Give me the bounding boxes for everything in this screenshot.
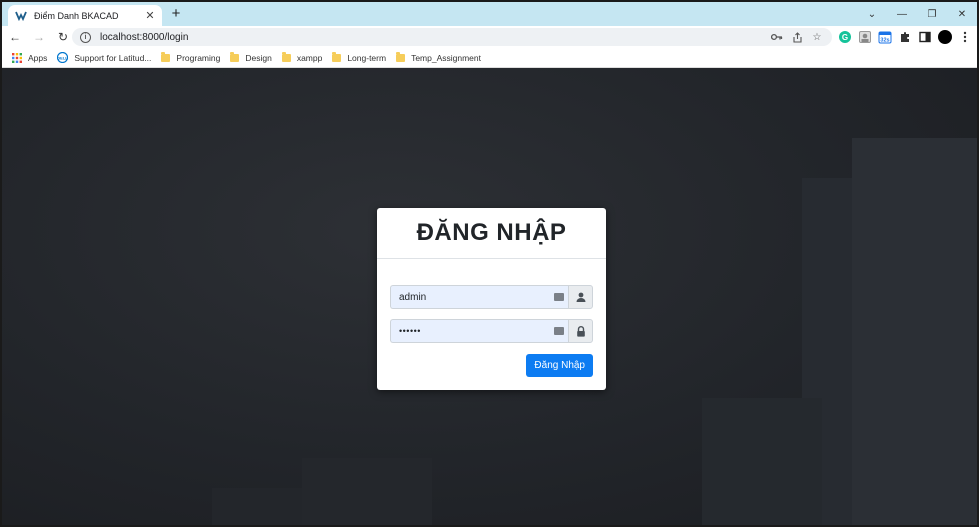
side-panel-icon[interactable] <box>918 30 932 44</box>
window-controls: ⌄ — ❐ ✕ <box>857 2 977 26</box>
extension-icons: G 32s <box>838 28 972 46</box>
bookmark-label: xampp <box>296 52 323 63</box>
extensions-puzzle-icon[interactable] <box>898 30 912 44</box>
maximize-button[interactable]: ❐ <box>917 2 947 26</box>
login-card-header: ĐĂNG NHẬP <box>377 208 606 259</box>
login-page: ĐĂNG NHẬP admin •••••• Đăng Nhập <box>2 68 977 525</box>
login-submit-button[interactable]: Đăng Nhập <box>526 354 593 377</box>
share-icon[interactable] <box>790 30 804 44</box>
grammarly-icon[interactable]: G <box>838 30 852 44</box>
login-title: ĐĂNG NHẬP <box>416 219 567 246</box>
lock-icon <box>568 319 593 343</box>
bookmark-long-term[interactable]: Long-term <box>332 51 387 63</box>
forward-button[interactable]: → <box>28 26 50 48</box>
key-icon[interactable] <box>770 30 784 44</box>
browser-tab[interactable]: Điểm Danh BKACAD ✕ <box>8 5 162 26</box>
bookmark-label: Programing <box>176 52 221 63</box>
bookmark-label: Apps <box>28 52 48 63</box>
folder-icon <box>230 51 240 62</box>
calendar-extension-icon[interactable]: 32s <box>878 30 892 44</box>
bookmark-xampp[interactable]: xampp <box>281 51 323 63</box>
bookmark-design[interactable]: Design <box>230 51 272 63</box>
bookmark-temp-assignment[interactable]: Temp_Assignment <box>396 51 481 63</box>
user-icon <box>568 285 593 309</box>
username-value: admin <box>399 291 427 303</box>
tab-strip: Điểm Danh BKACAD ✕ + ⌄ — ❐ ✕ <box>2 2 977 26</box>
menu-kebab-icon[interactable] <box>958 30 972 44</box>
bookmark-programing[interactable]: Programing <box>161 51 221 63</box>
svg-text:DELL: DELL <box>58 55 69 60</box>
login-card: ĐĂNG NHẬP admin •••••• Đăng Nhập <box>377 208 606 390</box>
back-button[interactable]: ← <box>4 26 26 48</box>
dell-icon: DELL <box>57 52 69 63</box>
bookmark-label: Design <box>245 52 272 63</box>
minimize-button[interactable]: — <box>887 2 917 26</box>
bookmark-label: Temp_Assignment <box>411 52 481 63</box>
address-bar[interactable]: i localhost:8000/login ☆ <box>72 28 832 46</box>
password-field-group: •••••• <box>390 319 593 343</box>
apps-grid-icon <box>12 52 22 63</box>
bookmark-star-icon[interactable]: ☆ <box>810 30 824 44</box>
url-text[interactable]: localhost:8000/login <box>100 32 188 43</box>
bookmark-label: Support for Latitud... <box>74 52 152 63</box>
folder-icon <box>396 51 406 62</box>
tab-close-icon[interactable]: ✕ <box>144 10 156 22</box>
bookmarks-bar: Apps DELL Support for Latitud... Program… <box>2 48 977 68</box>
folder-icon <box>161 51 171 62</box>
profile-avatar[interactable] <box>938 30 952 44</box>
bkacad-favicon-icon <box>14 9 28 23</box>
new-tab-button[interactable]: + <box>168 6 184 22</box>
username-input[interactable]: admin <box>390 285 568 309</box>
browser-window: Điểm Danh BKACAD ✕ + ⌄ — ❐ ✕ ← → ↻ i loc… <box>0 0 979 527</box>
bookmark-label: Long-term <box>347 52 387 63</box>
tab-search-icon[interactable]: ⌄ <box>857 2 887 26</box>
folder-icon <box>281 51 291 62</box>
close-window-button[interactable]: ✕ <box>947 2 977 26</box>
password-input[interactable]: •••••• <box>390 319 568 343</box>
svg-text:G: G <box>842 33 848 42</box>
folder-icon <box>332 51 342 62</box>
reload-button[interactable]: ↻ <box>52 26 74 48</box>
site-info-icon[interactable]: i <box>80 31 91 43</box>
autofill-key-icon[interactable] <box>554 327 564 335</box>
extension-badge: 32s <box>880 38 889 44</box>
password-value: •••••• <box>399 326 421 336</box>
bookmark-apps[interactable]: Apps <box>12 52 48 63</box>
username-field-group: admin <box>390 285 593 309</box>
profile-extension-icon[interactable] <box>858 30 872 44</box>
tab-title: Điểm Danh BKACAD <box>34 10 119 21</box>
omnibox-actions: ☆ <box>770 30 824 44</box>
autofill-key-icon[interactable] <box>554 293 564 301</box>
browser-toolbar: ← → ↻ i localhost:8000/login ☆ G 32s <box>2 26 977 48</box>
bookmark-support-latitude[interactable]: DELL Support for Latitud... <box>57 52 151 63</box>
